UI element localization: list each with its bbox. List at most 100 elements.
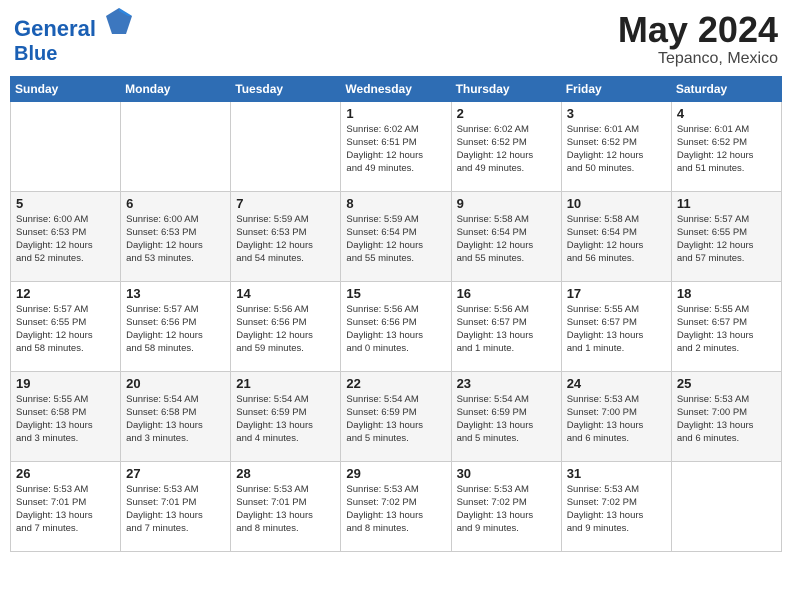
weekday-header-row: SundayMondayTuesdayWednesdayThursdayFrid… bbox=[11, 76, 782, 101]
calendar-cell: 6 Sunrise: 6:00 AM Sunset: 6:53 PM Daylig… bbox=[121, 191, 231, 281]
logo-icon bbox=[104, 6, 134, 36]
day-number: 14 bbox=[236, 286, 335, 301]
day-info: Sunrise: 5:58 AM Sunset: 6:54 PM Dayligh… bbox=[457, 213, 556, 266]
day-number: 1 bbox=[346, 106, 445, 121]
calendar-cell: 28 Sunrise: 5:53 AM Sunset: 7:01 PM Dayli… bbox=[231, 461, 341, 551]
day-info: Sunrise: 5:53 AM Sunset: 7:00 PM Dayligh… bbox=[677, 393, 776, 446]
weekday-header: Tuesday bbox=[231, 76, 341, 101]
day-number: 4 bbox=[677, 106, 776, 121]
calendar-cell: 29Sunrise: 5:53 AM Sunset: 7:02 PM Dayli… bbox=[341, 461, 451, 551]
day-info: Sunrise: 5:54 AM Sunset: 6:58 PM Dayligh… bbox=[126, 393, 225, 446]
calendar-cell: 5 Sunrise: 6:00 AM Sunset: 6:53 PM Daylig… bbox=[11, 191, 121, 281]
calendar-cell: 15 Sunrise: 5:56 AM Sunset: 6:56 PM Dayli… bbox=[341, 281, 451, 371]
day-number: 13 bbox=[126, 286, 225, 301]
logo: General Blue bbox=[14, 10, 134, 65]
day-info: Sunrise: 5:54 AM Sunset: 6:59 PM Dayligh… bbox=[346, 393, 445, 446]
calendar-week-row: 1 Sunrise: 6:02 AM Sunset: 6:51 PM Daylig… bbox=[11, 101, 782, 191]
day-info: Sunrise: 5:55 AM Sunset: 6:57 PM Dayligh… bbox=[677, 303, 776, 356]
day-number: 29 bbox=[346, 466, 445, 481]
page-header: General Blue May 2024 Tepanco, Mexico bbox=[10, 10, 782, 68]
day-number: 5 bbox=[16, 196, 115, 211]
day-info: Sunrise: 6:02 AM Sunset: 6:52 PM Dayligh… bbox=[457, 123, 556, 176]
calendar-cell: 8Sunrise: 5:59 AM Sunset: 6:54 PM Daylig… bbox=[341, 191, 451, 281]
calendar-cell bbox=[231, 101, 341, 191]
calendar-cell: 24Sunrise: 5:53 AM Sunset: 7:00 PM Dayli… bbox=[561, 371, 671, 461]
calendar-cell: 13 Sunrise: 5:57 AM Sunset: 6:56 PM Dayli… bbox=[121, 281, 231, 371]
location-subtitle: Tepanco, Mexico bbox=[618, 50, 778, 68]
calendar-week-row: 19Sunrise: 5:55 AM Sunset: 6:58 PM Dayli… bbox=[11, 371, 782, 461]
day-info: Sunrise: 6:01 AM Sunset: 6:52 PM Dayligh… bbox=[677, 123, 776, 176]
day-info: Sunrise: 6:00 AM Sunset: 6:53 PM Dayligh… bbox=[16, 213, 115, 266]
day-number: 18 bbox=[677, 286, 776, 301]
day-number: 26 bbox=[16, 466, 115, 481]
logo-general: General bbox=[14, 16, 96, 41]
day-info: Sunrise: 5:57 AM Sunset: 6:56 PM Dayligh… bbox=[126, 303, 225, 356]
calendar-cell: 27 Sunrise: 5:53 AM Sunset: 7:01 PM Dayli… bbox=[121, 461, 231, 551]
day-number: 15 bbox=[346, 286, 445, 301]
day-number: 16 bbox=[457, 286, 556, 301]
calendar-cell: 9 Sunrise: 5:58 AM Sunset: 6:54 PM Daylig… bbox=[451, 191, 561, 281]
calendar-week-row: 26 Sunrise: 5:53 AM Sunset: 7:01 PM Dayli… bbox=[11, 461, 782, 551]
day-info: Sunrise: 5:53 AM Sunset: 7:02 PM Dayligh… bbox=[567, 483, 666, 536]
calendar-cell: 25 Sunrise: 5:53 AM Sunset: 7:00 PM Dayli… bbox=[671, 371, 781, 461]
day-info: Sunrise: 5:53 AM Sunset: 7:01 PM Dayligh… bbox=[126, 483, 225, 536]
calendar-cell: 7 Sunrise: 5:59 AM Sunset: 6:53 PM Daylig… bbox=[231, 191, 341, 281]
day-info: Sunrise: 5:57 AM Sunset: 6:55 PM Dayligh… bbox=[16, 303, 115, 356]
day-number: 21 bbox=[236, 376, 335, 391]
day-number: 20 bbox=[126, 376, 225, 391]
day-number: 19 bbox=[16, 376, 115, 391]
day-number: 17 bbox=[567, 286, 666, 301]
calendar-cell: 14 Sunrise: 5:56 AM Sunset: 6:56 PM Dayli… bbox=[231, 281, 341, 371]
weekday-header: Saturday bbox=[671, 76, 781, 101]
day-number: 3 bbox=[567, 106, 666, 121]
calendar-cell: 3 Sunrise: 6:01 AM Sunset: 6:52 PM Daylig… bbox=[561, 101, 671, 191]
day-info: Sunrise: 5:58 AM Sunset: 6:54 PM Dayligh… bbox=[567, 213, 666, 266]
day-number: 25 bbox=[677, 376, 776, 391]
calendar-cell: 10 Sunrise: 5:58 AM Sunset: 6:54 PM Dayli… bbox=[561, 191, 671, 281]
title-block: May 2024 Tepanco, Mexico bbox=[618, 10, 778, 68]
day-info: Sunrise: 6:01 AM Sunset: 6:52 PM Dayligh… bbox=[567, 123, 666, 176]
weekday-header: Friday bbox=[561, 76, 671, 101]
day-info: Sunrise: 5:56 AM Sunset: 6:56 PM Dayligh… bbox=[346, 303, 445, 356]
calendar-cell: 11 Sunrise: 5:57 AM Sunset: 6:55 PM Dayli… bbox=[671, 191, 781, 281]
calendar-cell: 22 Sunrise: 5:54 AM Sunset: 6:59 PM Dayli… bbox=[341, 371, 451, 461]
day-info: Sunrise: 6:02 AM Sunset: 6:51 PM Dayligh… bbox=[346, 123, 445, 176]
calendar-cell: 21 Sunrise: 5:54 AM Sunset: 6:59 PM Dayli… bbox=[231, 371, 341, 461]
day-info: Sunrise: 6:00 AM Sunset: 6:53 PM Dayligh… bbox=[126, 213, 225, 266]
day-number: 11 bbox=[677, 196, 776, 211]
calendar-cell: 30 Sunrise: 5:53 AM Sunset: 7:02 PM Dayli… bbox=[451, 461, 561, 551]
day-info: Sunrise: 5:54 AM Sunset: 6:59 PM Dayligh… bbox=[457, 393, 556, 446]
calendar-week-row: 12 Sunrise: 5:57 AM Sunset: 6:55 PM Dayli… bbox=[11, 281, 782, 371]
calendar-cell: 17 Sunrise: 5:55 AM Sunset: 6:57 PM Dayli… bbox=[561, 281, 671, 371]
calendar-cell: 1 Sunrise: 6:02 AM Sunset: 6:51 PM Daylig… bbox=[341, 101, 451, 191]
day-number: 6 bbox=[126, 196, 225, 211]
day-number: 12 bbox=[16, 286, 115, 301]
day-info: Sunrise: 5:56 AM Sunset: 6:56 PM Dayligh… bbox=[236, 303, 335, 356]
weekday-header: Monday bbox=[121, 76, 231, 101]
day-info: Sunrise: 5:53 AM Sunset: 7:01 PM Dayligh… bbox=[236, 483, 335, 536]
day-number: 22 bbox=[346, 376, 445, 391]
day-info: Sunrise: 5:55 AM Sunset: 6:57 PM Dayligh… bbox=[567, 303, 666, 356]
day-info: Sunrise: 5:57 AM Sunset: 6:55 PM Dayligh… bbox=[677, 213, 776, 266]
day-number: 7 bbox=[236, 196, 335, 211]
day-number: 9 bbox=[457, 196, 556, 211]
day-number: 30 bbox=[457, 466, 556, 481]
calendar-cell: 19Sunrise: 5:55 AM Sunset: 6:58 PM Dayli… bbox=[11, 371, 121, 461]
day-number: 10 bbox=[567, 196, 666, 211]
day-info: Sunrise: 5:59 AM Sunset: 6:53 PM Dayligh… bbox=[236, 213, 335, 266]
weekday-header: Sunday bbox=[11, 76, 121, 101]
day-info: Sunrise: 5:53 AM Sunset: 7:02 PM Dayligh… bbox=[457, 483, 556, 536]
calendar-cell: 18 Sunrise: 5:55 AM Sunset: 6:57 PM Dayli… bbox=[671, 281, 781, 371]
day-number: 23 bbox=[457, 376, 556, 391]
day-number: 28 bbox=[236, 466, 335, 481]
logo-blue: Blue bbox=[14, 43, 57, 65]
calendar-cell: 4 Sunrise: 6:01 AM Sunset: 6:52 PM Daylig… bbox=[671, 101, 781, 191]
day-info: Sunrise: 5:54 AM Sunset: 6:59 PM Dayligh… bbox=[236, 393, 335, 446]
day-number: 27 bbox=[126, 466, 225, 481]
calendar-cell: 20 Sunrise: 5:54 AM Sunset: 6:58 PM Dayli… bbox=[121, 371, 231, 461]
day-number: 31 bbox=[567, 466, 666, 481]
day-info: Sunrise: 5:53 AM Sunset: 7:00 PM Dayligh… bbox=[567, 393, 666, 446]
calendar-cell bbox=[671, 461, 781, 551]
calendar-cell: 2Sunrise: 6:02 AM Sunset: 6:52 PM Daylig… bbox=[451, 101, 561, 191]
day-info: Sunrise: 5:56 AM Sunset: 6:57 PM Dayligh… bbox=[457, 303, 556, 356]
